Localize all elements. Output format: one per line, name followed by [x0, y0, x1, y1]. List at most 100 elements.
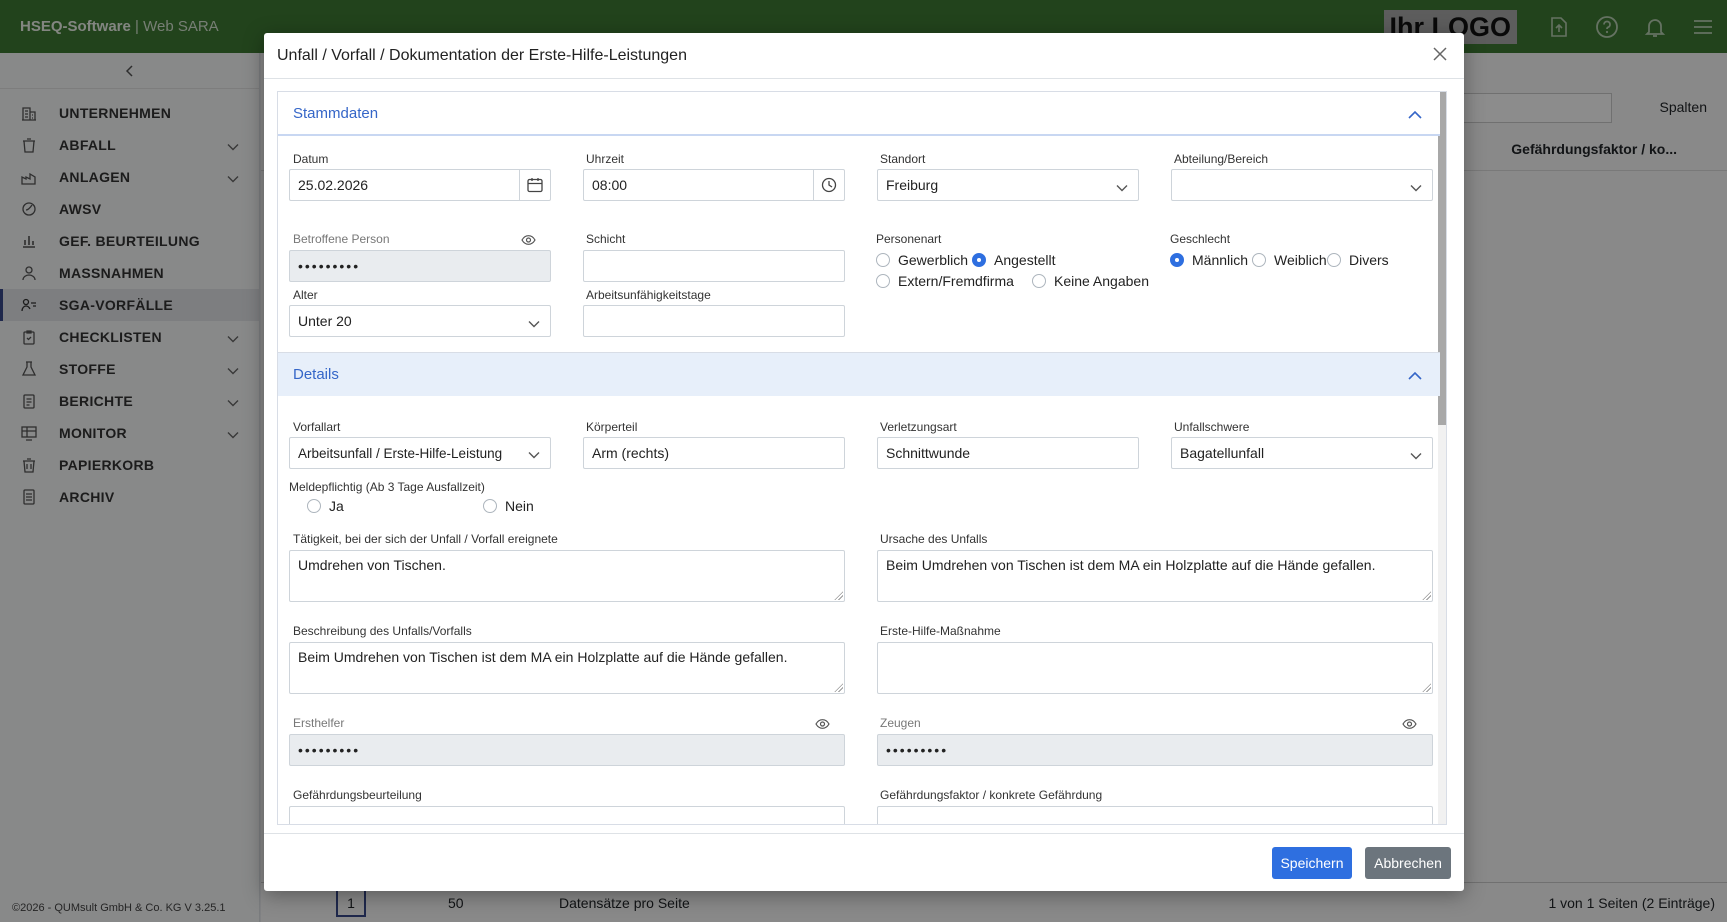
gefbeurteilung-field[interactable]: [289, 806, 845, 824]
section-details-header[interactable]: Details: [278, 352, 1440, 396]
standort-value: Freiburg: [886, 177, 939, 193]
datum-field[interactable]: 25.02.2026: [289, 169, 551, 201]
radio-label: Männlich: [1192, 252, 1249, 268]
modal-body: Stammdaten Datum 25.02.2026 Uhrzeit 08:0…: [277, 91, 1447, 825]
radio-gewerblich[interactable]: Gewerblich: [876, 252, 968, 268]
resize-handle-icon[interactable]: [1422, 591, 1431, 600]
radio-label: Extern/Fremdfirma: [898, 273, 1014, 289]
radio-label: Weiblich: [1274, 252, 1327, 268]
zeugen-label: Zeugen: [880, 716, 921, 730]
unfallschwere-label: Unfallschwere: [1174, 420, 1250, 434]
radio-maennlich[interactable]: Männlich: [1170, 252, 1248, 268]
taetigkeit-value: Umdrehen von Tischen.: [298, 557, 446, 573]
datum-value: 25.02.2026: [298, 177, 369, 193]
radio-melde-nein[interactable]: Nein: [483, 498, 534, 514]
melde-label: Meldepflichtig (Ab 3 Tage Ausfallzeit): [289, 480, 485, 494]
geschlecht-label: Geschlecht: [1170, 232, 1231, 246]
gefaktor-label: Gefährdungsfaktor / konkrete Gefährdung: [880, 788, 1103, 802]
modal-title: Unfall / Vorfall / Dokumentation der Ers…: [277, 46, 687, 64]
person-label: Betroffene Person: [293, 232, 390, 246]
verletzungsart-label: Verletzungsart: [880, 420, 957, 434]
beschreibung-textarea[interactable]: Beim Umdrehen von Tischen ist dem MA ein…: [289, 642, 845, 694]
koerperteil-input[interactable]: Arm (rechts): [583, 437, 845, 469]
abteilung-select[interactable]: [1171, 169, 1433, 201]
schicht-input[interactable]: [583, 250, 845, 282]
section-title: Stammdaten: [293, 104, 379, 122]
chevron-down-icon: [528, 315, 540, 331]
radio-label: Ja: [329, 498, 344, 514]
chevron-up-icon[interactable]: [1408, 367, 1422, 384]
gefaktor-field[interactable]: [877, 806, 1433, 824]
resize-handle-icon[interactable]: [1422, 683, 1431, 692]
chevron-down-icon: [528, 447, 540, 462]
section-stammdaten-header[interactable]: Stammdaten: [278, 92, 1440, 136]
vorfallart-label: Vorfallart: [293, 420, 341, 434]
radio-angestellt[interactable]: Angestellt: [972, 252, 1055, 268]
ursache-textarea[interactable]: Beim Umdrehen von Tischen ist dem MA ein…: [877, 550, 1433, 602]
abteilung-label: Abteilung/Bereich: [1174, 152, 1269, 166]
modal-header: Unfall / Vorfall / Dokumentation der Ers…: [264, 33, 1464, 79]
cancel-button[interactable]: Abbrechen: [1365, 847, 1451, 879]
uhrzeit-value: 08:00: [592, 177, 628, 193]
taetigkeit-label: Tätigkeit, bei der sich der Unfall / Vor…: [293, 532, 558, 546]
alter-select[interactable]: Unter 20: [289, 305, 551, 337]
vorfallart-value: Arbeitsunfall / Erste-Hilfe-Leistung: [298, 445, 503, 461]
unfallschwere-select[interactable]: Bagatellunfall: [1171, 437, 1433, 469]
standort-label: Standort: [880, 152, 926, 166]
resize-handle-icon[interactable]: [834, 591, 843, 600]
chevron-down-icon: [1116, 179, 1128, 195]
eye-icon[interactable]: [815, 716, 830, 732]
clock-icon[interactable]: [813, 170, 844, 200]
radio-label: Keine Angaben: [1054, 273, 1149, 289]
radio-label: Divers: [1349, 252, 1389, 268]
incident-modal: Unfall / Vorfall / Dokumentation der Ers…: [264, 33, 1464, 891]
taetigkeit-textarea[interactable]: Umdrehen von Tischen.: [289, 550, 845, 602]
ursache-value: Beim Umdrehen von Tischen ist dem MA ein…: [886, 557, 1376, 573]
radio-label: Angestellt: [994, 252, 1056, 268]
radio-melde-ja[interactable]: Ja: [307, 498, 344, 514]
save-button[interactable]: Speichern: [1272, 847, 1352, 879]
close-icon[interactable]: [1430, 45, 1450, 65]
uhrzeit-field[interactable]: 08:00: [583, 169, 845, 201]
koerperteil-value: Arm (rechts): [592, 445, 669, 461]
ersthelfer-field: •••••••••: [289, 734, 845, 766]
beschreibung-value: Beim Umdrehen von Tischen ist dem MA ein…: [298, 649, 788, 665]
erstehilfe-label: Erste-Hilfe-Maßnahme: [880, 624, 1001, 638]
chevron-down-icon: [1410, 447, 1422, 463]
radio-label: Gewerblich: [898, 252, 969, 268]
verletzungsart-value: Schnittwunde: [886, 445, 971, 461]
alter-label: Alter: [293, 288, 318, 302]
radio-keine-angaben[interactable]: Keine Angaben: [1032, 273, 1149, 289]
au-input[interactable]: [583, 305, 845, 337]
radio-divers[interactable]: Divers: [1327, 252, 1389, 268]
eye-icon[interactable]: [1402, 716, 1417, 732]
gefbeurteilung-label: Gefährdungsbeurteilung: [293, 788, 422, 802]
section-title: Details: [293, 366, 339, 383]
datum-label: Datum: [293, 152, 329, 166]
resize-handle-icon[interactable]: [834, 683, 843, 692]
zeugen-value: •••••••••: [886, 742, 949, 758]
scrollbar[interactable]: [1438, 92, 1446, 824]
personenart-label: Personenart: [876, 232, 942, 246]
radio-weiblich[interactable]: Weiblich: [1252, 252, 1327, 268]
zeugen-field: •••••••••: [877, 734, 1433, 766]
ursache-label: Ursache des Unfalls: [880, 532, 988, 546]
chevron-up-icon[interactable]: [1408, 106, 1422, 123]
beschreibung-label: Beschreibung des Unfalls/Vorfalls: [293, 624, 472, 638]
unfallschwere-value: Bagatellunfall: [1180, 445, 1265, 461]
verletzungsart-input[interactable]: Schnittwunde: [877, 437, 1139, 469]
calendar-icon[interactable]: [519, 170, 550, 200]
eye-icon[interactable]: [521, 232, 536, 248]
chevron-down-icon: [1410, 179, 1422, 195]
alter-value: Unter 20: [298, 313, 352, 329]
vorfallart-select[interactable]: Arbeitsunfall / Erste-Hilfe-Leistung: [289, 437, 551, 469]
uhrzeit-label: Uhrzeit: [586, 152, 625, 166]
person-field: •••••••••: [289, 250, 551, 282]
radio-label: Nein: [505, 498, 534, 514]
ersthelfer-label: Ersthelfer: [293, 716, 345, 730]
standort-select[interactable]: Freiburg: [877, 169, 1139, 201]
person-value: •••••••••: [298, 258, 361, 274]
schicht-label: Schicht: [586, 232, 626, 246]
erstehilfe-textarea[interactable]: [877, 642, 1433, 694]
radio-extern[interactable]: Extern/Fremdfirma: [876, 273, 1014, 289]
